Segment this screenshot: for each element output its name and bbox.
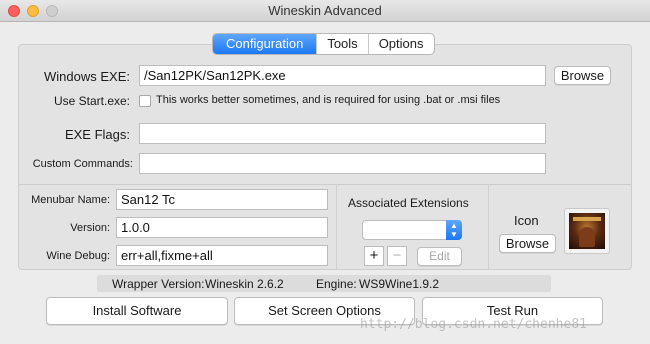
wine-debug-label: Wine Debug: (46, 250, 110, 262)
use-start-description: This works better sometimes, and is requ… (156, 94, 501, 106)
browse-icon-button[interactable]: Browse (499, 234, 556, 253)
exe-flags-field[interactable] (139, 123, 546, 144)
windows-exe-field[interactable]: /San12PK/San12PK.exe (139, 65, 546, 86)
menubar-name-label: Menubar Name: (31, 194, 110, 206)
exe-flags-label: EXE Flags: (64, 127, 130, 142)
add-extension-button[interactable]: + (364, 246, 384, 266)
engine-value: WS9Wine1.9.2 (359, 277, 440, 291)
app-icon-image[interactable] (564, 208, 610, 254)
custom-commands-label: Custom Commands: (32, 158, 133, 170)
use-start-checkbox[interactable] (139, 95, 151, 107)
install-software-button[interactable]: Install Software (46, 297, 228, 325)
separator (488, 184, 489, 270)
window-title: Wineskin Advanced (268, 3, 382, 18)
extensions-select[interactable]: ▲ ▼ (362, 220, 462, 240)
tab-configuration[interactable]: Configuration (213, 34, 317, 54)
tab-tools[interactable]: Tools (316, 34, 367, 54)
separator (336, 184, 337, 270)
wine-debug-field[interactable]: err+all,fixme+all (116, 245, 328, 266)
icon-label: Icon (514, 213, 539, 228)
menubar-name-field[interactable]: San12 Tc (116, 189, 328, 210)
version-field[interactable]: 1.0.0 (116, 217, 328, 238)
wrapper-version-label: Wrapper Version: (112, 277, 205, 291)
engine-label: Engine: (316, 277, 357, 291)
select-arrows-icon: ▲ ▼ (446, 220, 462, 240)
custom-commands-field[interactable] (139, 153, 546, 174)
remove-extension-button[interactable]: − (387, 246, 407, 266)
watermark-text: http://blog.csdn.net/chenhe81 (360, 317, 587, 332)
tab-bar: Configuration Tools Options (212, 33, 435, 55)
tab-options[interactable]: Options (367, 34, 434, 54)
use-start-label: Use Start.exe: (53, 94, 130, 108)
app-icon-art (569, 213, 605, 249)
wrapper-version-value: Wineskin 2.6.2 (205, 277, 284, 291)
version-label: Version: (70, 222, 110, 234)
edit-extension-button[interactable]: Edit (417, 247, 462, 266)
version-status-bar: Wrapper Version: Wineskin 2.6.2 Engine: … (97, 275, 551, 292)
windows-exe-label: Windows EXE: (44, 69, 130, 84)
browse-exe-button[interactable]: Browse (554, 66, 611, 85)
associated-extensions-title: Associated Extensions (348, 196, 469, 210)
title-bar: Wineskin Advanced (0, 0, 650, 22)
